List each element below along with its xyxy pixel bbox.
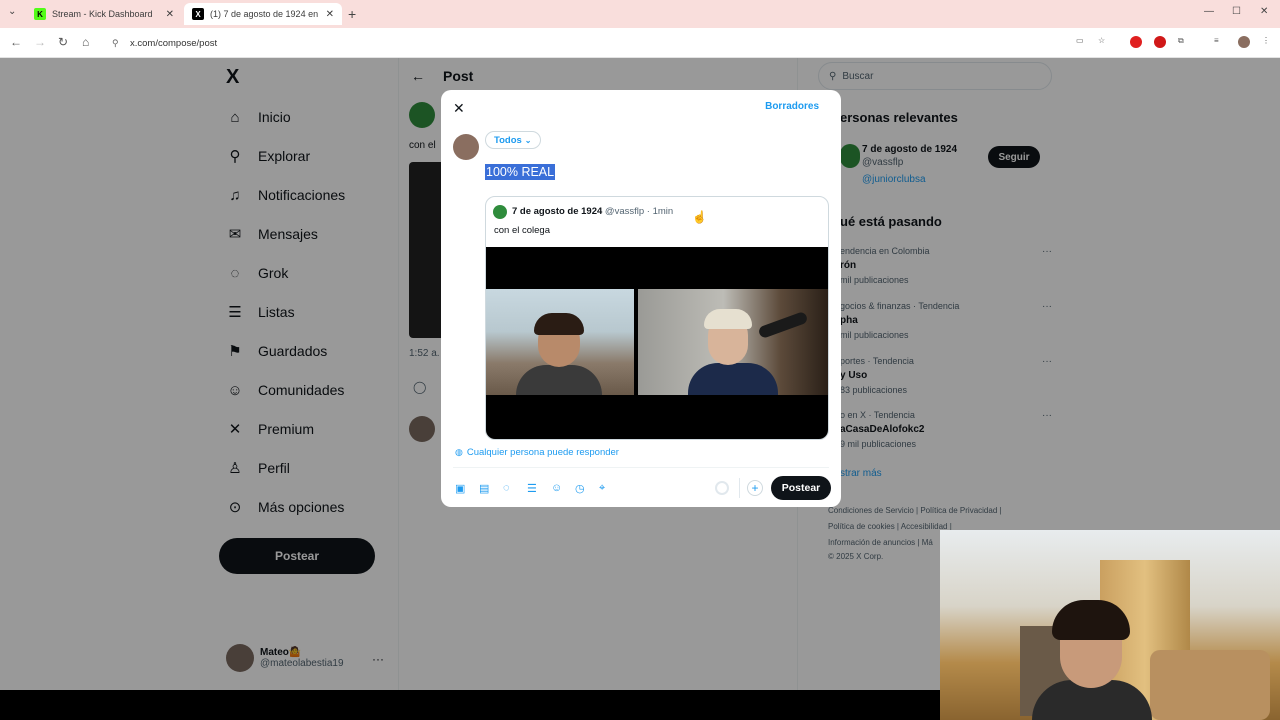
site-info-icon[interactable]: ⚲	[112, 38, 119, 49]
avatar	[453, 134, 479, 160]
divider	[739, 478, 740, 498]
new-tab-icon[interactable]: +	[348, 6, 356, 22]
quoted-video	[486, 247, 828, 439]
video-frame-right	[638, 289, 828, 395]
kick-favicon-icon: K	[34, 8, 46, 20]
url-field[interactable]: ⚲ x.com/compose/post	[104, 32, 1064, 54]
minimize-icon[interactable]: —	[1204, 6, 1214, 17]
reading-list-icon[interactable]: ≡	[1214, 36, 1226, 48]
quoted-post-header: 7 de agosto de 1924 @vassflp · 1min	[512, 206, 673, 217]
extension-red-icon[interactable]	[1130, 36, 1142, 48]
opera-icon[interactable]	[1154, 36, 1166, 48]
drafts-button[interactable]: Borradores	[765, 101, 819, 112]
mouse-cursor-icon: ☝	[692, 210, 707, 224]
cast-icon[interactable]: ▭	[1076, 36, 1088, 48]
quoted-author-name: 7 de agosto de 1924	[512, 206, 603, 217]
maximize-icon[interactable]: ☐	[1232, 6, 1241, 17]
profile-avatar-icon[interactable]	[1238, 36, 1250, 48]
video-frame-left	[486, 289, 634, 395]
poll-icon[interactable]: ☰	[527, 482, 551, 495]
bookmark-star-icon[interactable]: ☆	[1098, 36, 1110, 48]
close-window-icon[interactable]: ✕	[1260, 6, 1268, 17]
back-icon[interactable]: ←	[10, 35, 22, 49]
compose-modal: ✕ Borradores Todos ⌄ 100% REAL 7 de agost…	[441, 90, 841, 507]
tab-title: (1) 7 de agosto de 1924 en X: "	[210, 9, 320, 19]
reply-setting-label: Cualquier persona puede responder	[466, 447, 619, 458]
extensions-icon[interactable]: ⧉	[1178, 36, 1190, 48]
avatar	[493, 205, 507, 219]
tab-list-icon[interactable]: ⌄	[8, 6, 16, 17]
browser-menu-icon[interactable]: ⋮	[1262, 36, 1274, 48]
post-button[interactable]: Postear	[771, 476, 831, 500]
reload-icon[interactable]: ↻	[58, 35, 68, 49]
forward-icon[interactable]: →	[34, 35, 46, 49]
webcam-overlay	[940, 530, 1280, 720]
gif-icon[interactable]: ▤	[479, 482, 503, 495]
image-icon[interactable]: ▣	[455, 482, 479, 495]
person-figure	[516, 365, 602, 395]
grok-icon[interactable]: ◌	[503, 482, 527, 495]
close-icon[interactable]: ✕	[453, 100, 465, 117]
reply-settings-button[interactable]: ◍ Cualquier persona puede responder	[455, 447, 619, 458]
tab-title: Stream - Kick Dashboard	[52, 9, 153, 19]
close-tab-icon[interactable]: ✕	[326, 9, 334, 20]
char-count-circle	[715, 481, 729, 495]
location-icon[interactable]: ⌖	[599, 482, 623, 495]
tab-kick-dashboard[interactable]: K Stream - Kick Dashboard ✕	[26, 3, 182, 25]
quoted-post-text: con el colega	[494, 225, 550, 236]
quoted-post: 7 de agosto de 1924 @vassflp · 1min con …	[485, 196, 829, 440]
globe-icon: ◍	[455, 447, 463, 457]
compose-toolbar: ▣ ▤ ◌ ☰ ☺ ◷ ⌖	[455, 482, 623, 495]
divider	[453, 467, 829, 468]
add-post-icon[interactable]: +	[747, 480, 763, 496]
chair-shape	[1150, 650, 1270, 720]
close-tab-icon[interactable]: ✕	[166, 9, 174, 20]
audience-label: Todos	[494, 134, 522, 146]
microphone-shape	[757, 310, 809, 340]
chevron-down-icon: ⌄	[524, 135, 532, 145]
quoted-author-meta: @vassflp · 1min	[602, 206, 674, 217]
person-figure	[688, 363, 778, 395]
url-text: x.com/compose/post	[130, 37, 218, 49]
tab-x-post[interactable]: X (1) 7 de agosto de 1924 en X: " ✕	[184, 3, 342, 25]
x-favicon-icon: X	[192, 8, 204, 20]
schedule-icon[interactable]: ◷	[575, 482, 599, 495]
person-figure	[534, 313, 584, 335]
address-bar: ← → ↻ ⌂ ⚲ x.com/compose/post ▭ ☆ ⧉ ≡ ⋮	[0, 28, 1280, 58]
person-figure	[704, 309, 752, 329]
emoji-icon[interactable]: ☺	[551, 482, 575, 495]
home-browser-icon[interactable]: ⌂	[82, 35, 89, 49]
tab-bar: ⌄ K Stream - Kick Dashboard ✕ X (1) 7 de…	[0, 0, 1280, 28]
compose-textarea[interactable]: 100% REAL	[485, 164, 556, 180]
audience-selector[interactable]: Todos ⌄	[485, 131, 541, 149]
